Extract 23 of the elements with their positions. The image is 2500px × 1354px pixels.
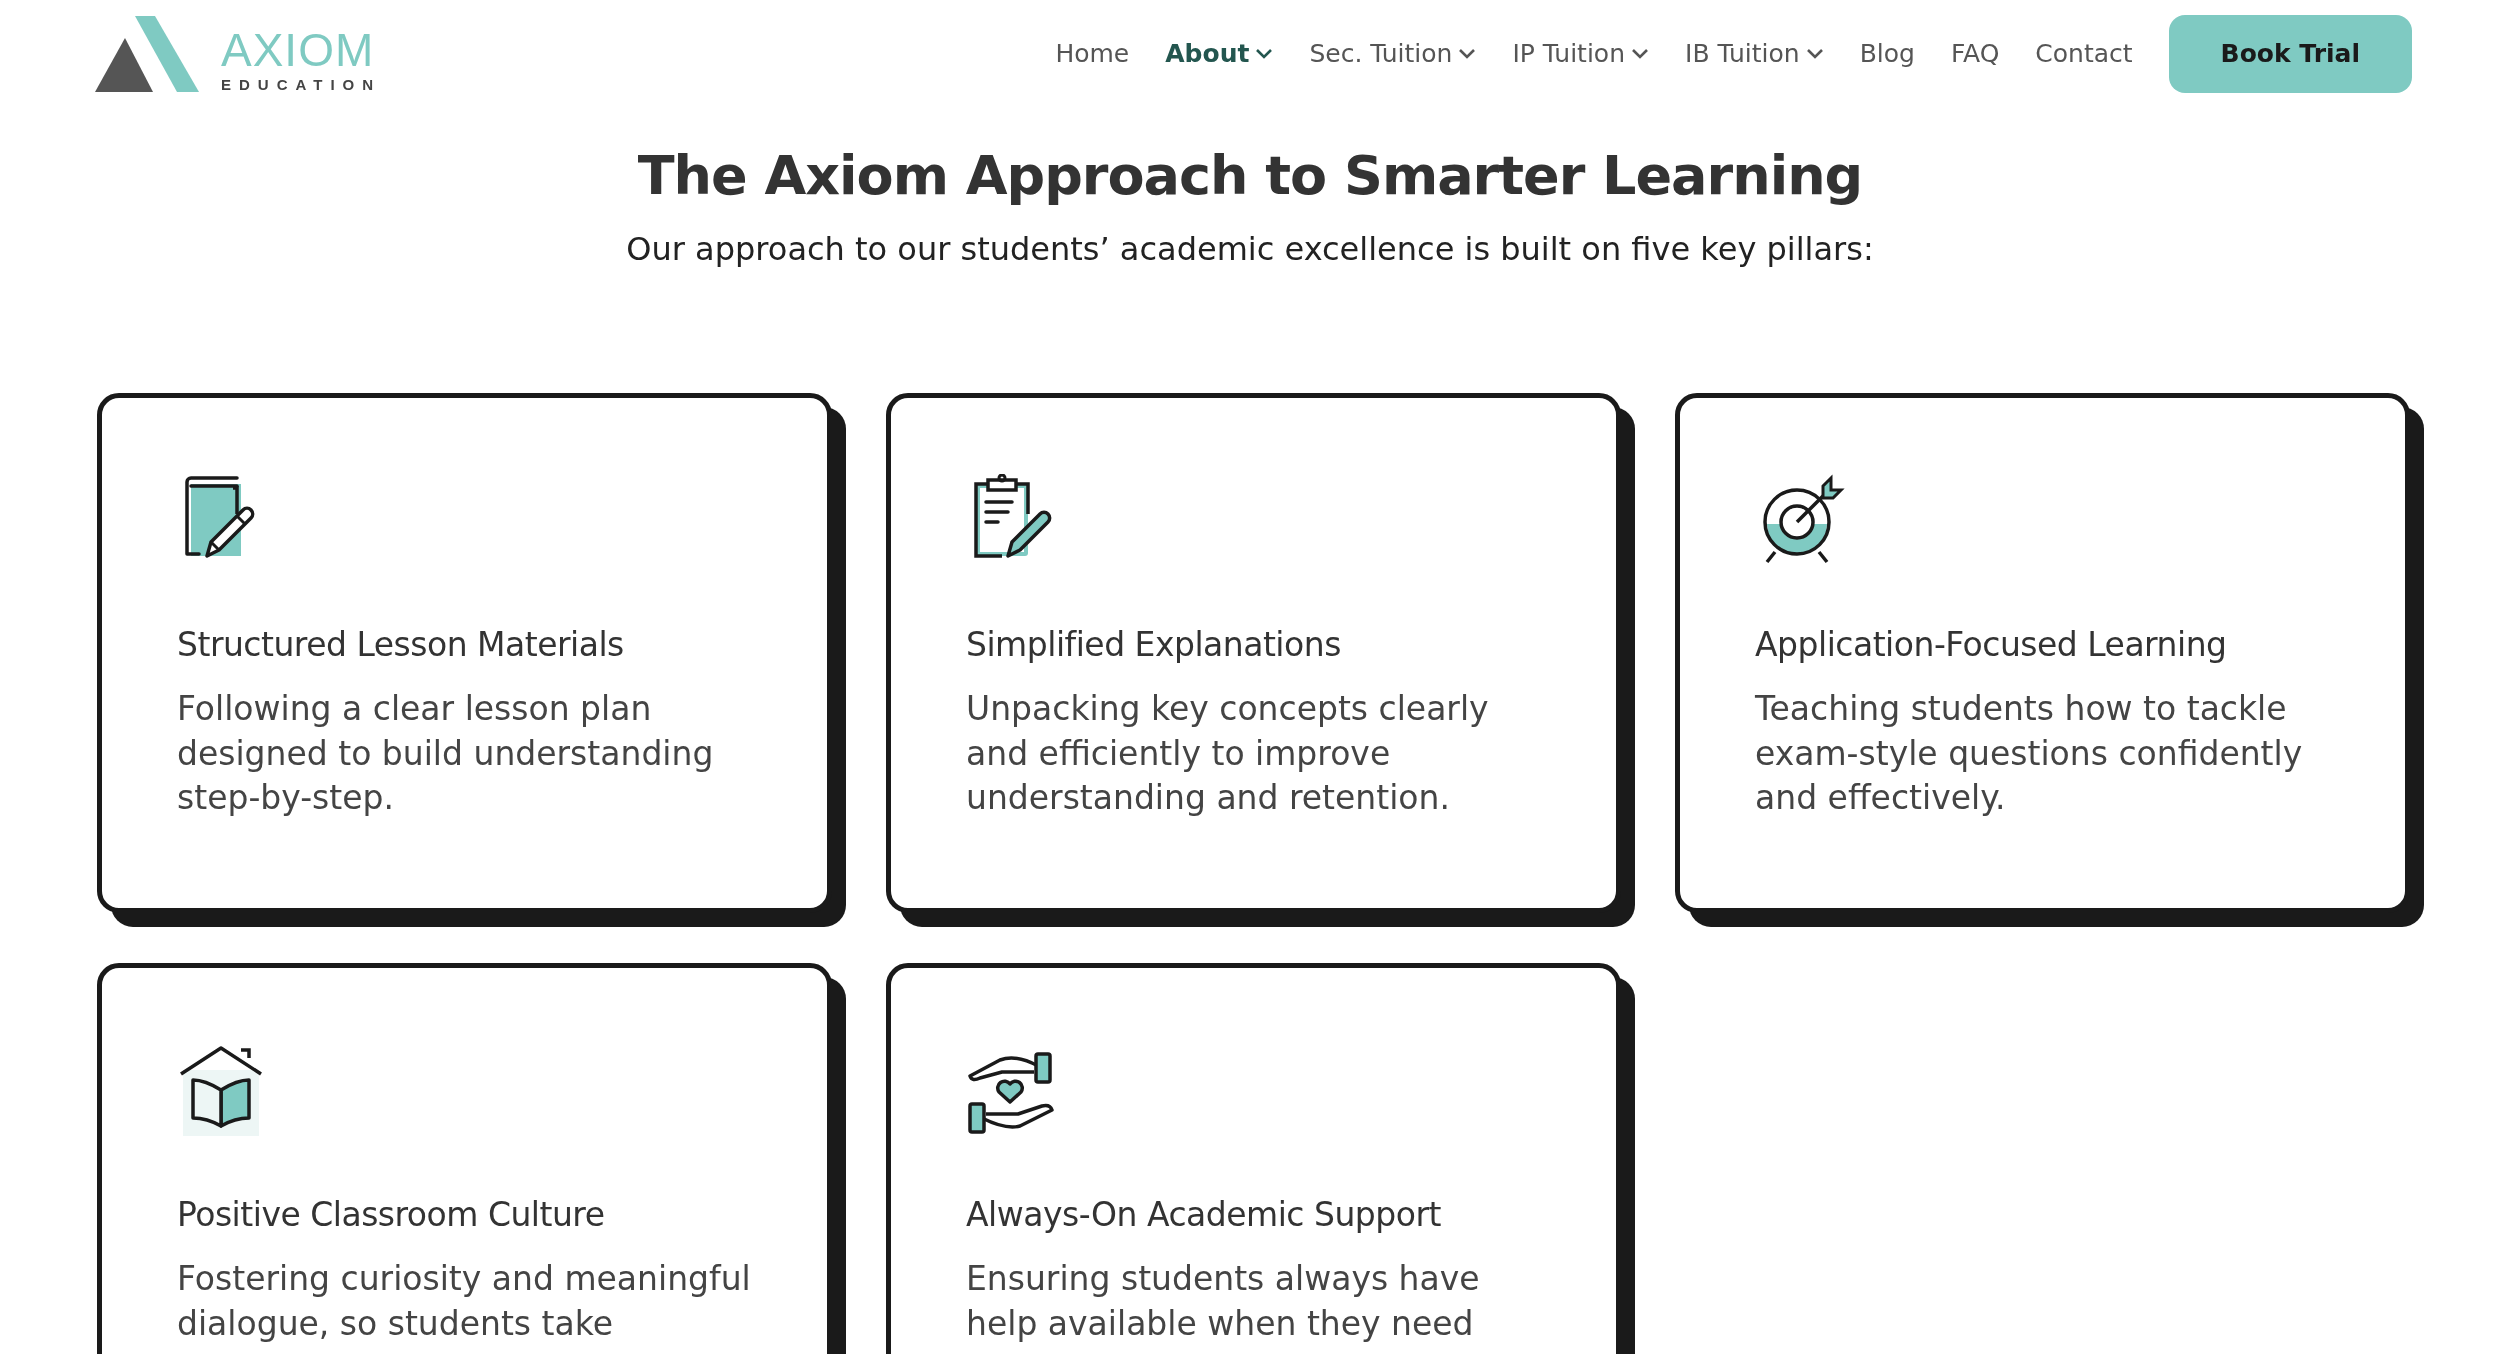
card-title: Structured Lesson Materials — [177, 623, 625, 666]
page-subheading: Our approach to our students’ academic excellence is built on five key pillars: — [625, 228, 1875, 270]
card-description: Following a clear lesson plan designed to build understanding step-by-step. — [177, 688, 715, 820]
nav-link[interactable]: FAQ — [1932, 29, 2018, 79]
nav-link[interactable]: IB Tuition — [1667, 29, 1842, 79]
logo-wordmark: AXIOM — [221, 27, 376, 73]
nav-link[interactable]: About — [1147, 29, 1292, 79]
card-title: Positive Classroom Culture — [177, 1193, 606, 1236]
nav-link[interactable]: Contact — [2017, 29, 2151, 79]
nav-link[interactable]: Home — [1037, 29, 1148, 79]
nav-link[interactable]: Sec. Tuition — [1291, 29, 1495, 79]
page-heading: The Axiom Approach to Smarter Learning — [636, 144, 1864, 209]
nav-link[interactable]: Blog — [1841, 29, 1933, 79]
logo-tagline: EDUCATION — [221, 77, 382, 92]
card-description: Ensuring students always have help available when they need — [966, 1258, 1481, 1345]
book-trial-button[interactable]: Book Trial — [2168, 15, 2412, 93]
nav-link[interactable]: IP Tuition — [1494, 29, 1667, 79]
card-description: Fostering curiosity and meaningful dialogue, so students take — [177, 1258, 752, 1345]
card-title: Always-On Academic Support — [966, 1193, 1442, 1236]
card-description: Teaching students how to tackle exam-style questions confidently and effectively. — [1755, 688, 2304, 820]
card-description: Unpacking key concepts clearly and efficiently to improve understanding and retention. — [966, 688, 1490, 820]
card-title: Simplified Explanations — [966, 623, 1342, 666]
card-title: Application-Focused Learning — [1755, 623, 2228, 666]
